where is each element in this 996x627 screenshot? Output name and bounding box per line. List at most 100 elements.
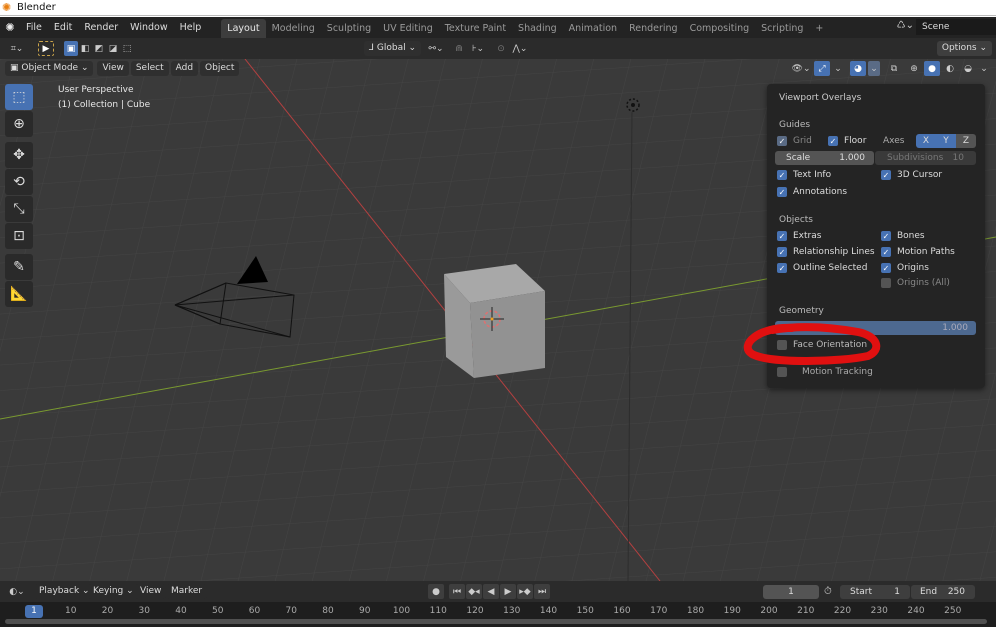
- tab-modeling[interactable]: Modeling: [266, 19, 321, 38]
- cursor-tool[interactable]: ⊕: [5, 111, 33, 137]
- subdivisions-field[interactable]: Subdivisions 10: [875, 151, 976, 165]
- overlays-toggle-icon[interactable]: ◕: [850, 61, 866, 76]
- timeline-tick-label: 60: [248, 606, 261, 616]
- axis-z-toggle[interactable]: Z: [956, 134, 976, 148]
- options-button[interactable]: Options ⌄: [936, 41, 992, 56]
- shading-solid-icon[interactable]: ●: [924, 61, 940, 76]
- gizmo-icon[interactable]: ⤢: [814, 61, 830, 76]
- blender-menu-icon[interactable]: ✺: [0, 21, 20, 34]
- bones-checkbox[interactable]: ✓ Bones: [881, 231, 925, 241]
- start-frame-field[interactable]: Start 1: [840, 585, 910, 599]
- face-orientation-checkbox[interactable]: Face Orientation: [777, 340, 867, 350]
- transform-tool[interactable]: ⊡: [5, 223, 33, 249]
- playhead-frame-indicator[interactable]: 1: [25, 605, 43, 618]
- rotate-tool[interactable]: ⟲: [5, 169, 33, 195]
- select-intersect-icon[interactable]: ⬚: [120, 41, 134, 56]
- motion-paths-checkbox[interactable]: ✓ Motion Paths: [881, 247, 955, 257]
- shading-material-icon[interactable]: ◐: [942, 61, 958, 76]
- axis-x-toggle[interactable]: X: [916, 134, 936, 148]
- end-frame-field[interactable]: End 250: [911, 585, 975, 599]
- floor-checkbox[interactable]: ✓ Floor: [828, 136, 866, 146]
- shading-dropdown-icon[interactable]: ⌄: [978, 61, 990, 76]
- shading-wireframe-icon[interactable]: ⊕: [906, 61, 922, 76]
- origins-checkbox[interactable]: ✓ Origins: [881, 263, 929, 273]
- stopwatch-icon[interactable]: ⏱: [824, 586, 832, 597]
- origins-all-checkbox[interactable]: Origins (All): [881, 278, 950, 288]
- jump-start-icon[interactable]: ⏮: [449, 584, 465, 599]
- menu-timeline-view[interactable]: View: [135, 584, 167, 599]
- overlays-dropdown-icon[interactable]: ⌄: [868, 61, 880, 76]
- scale-field[interactable]: Scale 1.000: [775, 151, 874, 165]
- pivot-point-icon[interactable]: ⚯⌄: [425, 41, 447, 56]
- editor-type-icon[interactable]: ◐⌄: [6, 584, 28, 599]
- tab-rendering[interactable]: Rendering: [623, 19, 684, 38]
- menu-playback[interactable]: Playback ⌄: [34, 584, 95, 599]
- tab-uv-editing[interactable]: UV Editing: [377, 19, 439, 38]
- extras-checkbox[interactable]: ✓ Extras: [777, 231, 821, 241]
- measure-tool[interactable]: 📐: [5, 281, 33, 307]
- select-extend-icon[interactable]: ◧: [78, 41, 92, 56]
- relationship-lines-checkbox[interactable]: ✓ Relationship Lines: [777, 247, 875, 257]
- orientation-dropdown[interactable]: ⅃ Global ⌄: [364, 41, 421, 56]
- next-keyframe-icon[interactable]: ▸◆: [517, 584, 533, 599]
- gizmo-dropdown-icon[interactable]: ⌄: [832, 61, 844, 76]
- scene-selector-icon[interactable]: ♺⌄: [897, 20, 914, 31]
- mode-dropdown[interactable]: ▣ Object Mode ⌄: [5, 61, 94, 76]
- geometry-section-label: Geometry: [779, 306, 824, 316]
- menu-select[interactable]: Select: [130, 61, 169, 76]
- proportional-edit-icon[interactable]: ⊙: [493, 41, 509, 56]
- select-subtract-icon[interactable]: ◩: [92, 41, 106, 56]
- menu-render[interactable]: Render: [78, 17, 124, 38]
- motion-tracking-checkbox[interactable]: Motion Tracking: [777, 367, 873, 377]
- snap-target-icon[interactable]: ⊦⌄: [467, 41, 489, 56]
- visibility-icon[interactable]: 👁⌄: [790, 61, 812, 76]
- menu-keying[interactable]: Keying ⌄: [88, 584, 139, 599]
- current-frame-field[interactable]: 1: [763, 585, 819, 599]
- tab-shading[interactable]: Shading: [512, 19, 563, 38]
- grid-checkbox[interactable]: ✓ Grid: [777, 136, 812, 146]
- menu-view[interactable]: View: [97, 61, 129, 76]
- menu-marker[interactable]: Marker: [166, 584, 208, 599]
- menu-file[interactable]: File: [20, 17, 48, 38]
- wireframe-slider[interactable]: 1.000: [775, 321, 976, 335]
- select-box-tool[interactable]: ⬚: [5, 84, 33, 110]
- play-reverse-icon[interactable]: ◀: [483, 584, 499, 599]
- menu-add[interactable]: Add: [170, 61, 199, 76]
- menu-edit[interactable]: Edit: [48, 17, 78, 38]
- falloff-icon[interactable]: ⋀⌄: [509, 41, 531, 56]
- move-tool[interactable]: ✥: [5, 142, 33, 168]
- tab-scripting[interactable]: Scripting: [755, 19, 809, 38]
- scale-tool[interactable]: ⤡: [5, 196, 33, 222]
- axis-y-toggle[interactable]: Y: [936, 134, 956, 148]
- play-icon[interactable]: ▶: [500, 584, 516, 599]
- select-invert-icon[interactable]: ◪: [106, 41, 120, 56]
- transform-pivot-icon[interactable]: ⌗⌄: [6, 41, 28, 56]
- xray-icon[interactable]: ⧉: [886, 61, 902, 76]
- tab-texture-paint[interactable]: Texture Paint: [439, 19, 512, 38]
- timeline-tick-label: 130: [503, 606, 521, 616]
- tab-sculpting[interactable]: Sculpting: [321, 19, 377, 38]
- tab-compositing[interactable]: Compositing: [684, 19, 756, 38]
- select-new-icon[interactable]: ▣: [64, 41, 78, 56]
- menu-help[interactable]: Help: [174, 17, 208, 38]
- timeline-tick-label: 40: [175, 606, 187, 616]
- prev-keyframe-icon[interactable]: ◆◂: [466, 584, 482, 599]
- 3d-cursor-checkbox[interactable]: ✓ 3D Cursor: [881, 170, 942, 180]
- outline-selected-checkbox[interactable]: ✓ Outline Selected: [777, 263, 867, 273]
- tab-animation[interactable]: Animation: [563, 19, 623, 38]
- scene-name-field[interactable]: Scene: [916, 19, 996, 35]
- select-tool-icon[interactable]: ▶: [38, 41, 54, 56]
- timeline-ruler[interactable]: 1 10 20 30 40 50 60 70 80 90 100 110 120 130 140 150 16…: [0, 602, 996, 627]
- jump-end-icon[interactable]: ⏭: [534, 584, 550, 599]
- menu-window[interactable]: Window: [124, 17, 173, 38]
- add-workspace-button[interactable]: +: [809, 19, 829, 38]
- annotations-checkbox[interactable]: ✓ Annotations: [777, 187, 847, 197]
- menu-object[interactable]: Object: [200, 61, 240, 76]
- snap-magnet-icon[interactable]: ⋒: [451, 41, 467, 56]
- record-icon[interactable]: ●: [428, 584, 444, 599]
- text-info-checkbox[interactable]: ✓ Text Info: [777, 170, 831, 180]
- shading-rendered-icon[interactable]: ◒: [960, 61, 976, 76]
- tab-layout[interactable]: Layout: [221, 19, 266, 38]
- annotate-tool[interactable]: ✎: [5, 254, 33, 280]
- timeline-scrollbar[interactable]: [5, 619, 987, 624]
